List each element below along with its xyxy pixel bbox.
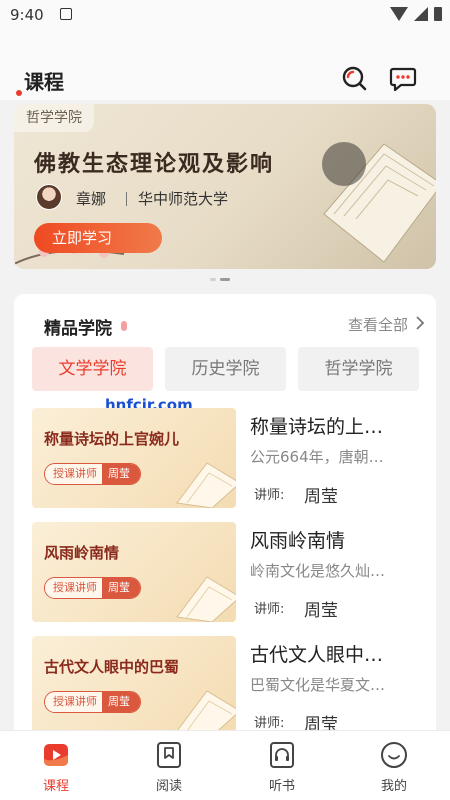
header: 课程 [0,30,450,100]
wifi-icon [390,7,408,21]
lecturer-tag-name: 周莹 [102,464,140,484]
course-item[interactable]: 风雨岭南情 授课讲师 周莹 风雨岭南情 岭南文化是悠久灿… 讲师: 周莹 [32,522,422,622]
status-time: 9:40 [10,6,44,24]
lecturer-label: 讲师: [254,716,285,731]
divider [126,192,127,206]
lecturer-name: 周莹 [304,601,338,621]
lecturer-tag: 授课讲师 周莹 [44,463,141,485]
tab-course-label: 课程 [42,779,69,794]
course-item[interactable]: 称量诗坛的上官婉儿 授课讲师 周莹 称量诗坛的上… 公元664年，唐朝… 讲师:… [32,408,422,508]
lecturer-tag-name: 周莹 [102,692,140,712]
book-illustration [322,142,436,263]
tab-reading-label: 阅读 [155,779,182,794]
lecturer-tag-label: 授课讲师 [45,578,102,598]
course-title: 古代文人眼中… [250,644,384,666]
lecturer-tag-label: 授课讲师 [45,464,102,484]
book-icon [176,576,236,622]
tab-audiobook-label: 听书 [268,779,295,794]
tab-literature[interactable]: 文学学院 [32,347,153,391]
tab-philosophy[interactable]: 哲学学院 [298,347,419,391]
bookmark-icon [157,742,181,768]
premium-college-section: 精品学院 查看全部 文学学院 历史学院 哲学学院 hnfcjr.com 称量诗坛… [14,294,436,754]
notification-icon [60,8,72,20]
title-accent-dot [16,90,22,96]
course-description: 岭南文化是悠久灿… [250,562,386,580]
lecturer-label: 讲师: [254,488,285,503]
lecturer-tag: 授课讲师 周莹 [44,691,141,713]
lecturer-name: 周莹 [304,487,338,507]
start-learning-button[interactable]: 立即学习 [34,223,162,253]
book-icon [176,462,236,508]
course-description: 巴蜀文化是华夏文… [250,676,386,694]
signal-icon [414,7,428,21]
thumbnail-title: 称量诗坛的上官婉儿 [44,430,180,448]
banner-tag: 哲学学院 [14,104,94,132]
tab-reading[interactable]: 阅读 [113,731,225,800]
thumbnail-title: 风雨岭南情 [44,544,120,562]
message-icon[interactable] [389,64,417,92]
status-bar: 9:40 [0,0,450,30]
course-thumbnail: 古代文人眼中的巴蜀 授课讲师 周莹 [32,636,236,736]
carousel-indicator [210,278,230,281]
banner-author: 章娜 [76,190,107,208]
course-description: 公元664年，唐朝… [250,448,384,466]
college-tabs: 文学学院 历史学院 哲学学院 [32,347,419,391]
smile-icon [381,742,407,768]
course-title: 风雨岭南情 [250,530,346,552]
status-icons [390,7,442,21]
course-thumbnail: 风雨岭南情 授课讲师 周莹 [32,522,236,622]
tab-audiobook[interactable]: 听书 [226,731,338,800]
carousel-dot [210,278,216,281]
search-icon[interactable] [340,64,368,92]
play-icon [44,744,68,766]
thumbnail-title: 古代文人眼中的巴蜀 [44,658,180,676]
book-icon [176,690,236,736]
tab-history[interactable]: 历史学院 [165,347,286,391]
chevron-right-icon[interactable] [414,315,426,331]
view-all-link[interactable]: 查看全部 [348,314,408,335]
avatar [36,184,62,210]
course-banner[interactable]: 哲学学院 佛教生态理论观及影响 章娜 华中师范大学 立即学习 [14,104,436,269]
tab-mine-label: 我的 [380,779,407,794]
headphones-icon [270,742,294,768]
battery-icon [434,7,442,21]
course-item[interactable]: 古代文人眼中的巴蜀 授课讲师 周莹 古代文人眼中… 巴蜀文化是华夏文… 讲师: … [32,636,422,736]
tab-course[interactable]: 课程 [0,731,112,800]
banner-title: 佛教生态理论观及影响 [34,151,275,177]
section-title: 精品学院 [44,319,112,339]
lecturer-label: 讲师: [254,602,285,617]
page-title: 课程 [24,70,64,94]
lecturer-tag-label: 授课讲师 [45,692,102,712]
lecturer-tag-name: 周莹 [102,578,140,598]
course-title: 称量诗坛的上… [250,416,384,438]
tab-mine[interactable]: 我的 [338,731,450,800]
bottom-tab-bar: 课程 阅读 听书 我的 [0,730,450,800]
carousel-dot-active [220,278,230,281]
course-thumbnail: 称量诗坛的上官婉儿 授课讲师 周莹 [32,408,236,508]
banner-school: 华中师范大学 [138,190,229,208]
title-accent-dot [121,321,127,331]
lecturer-tag: 授课讲师 周莹 [44,577,141,599]
